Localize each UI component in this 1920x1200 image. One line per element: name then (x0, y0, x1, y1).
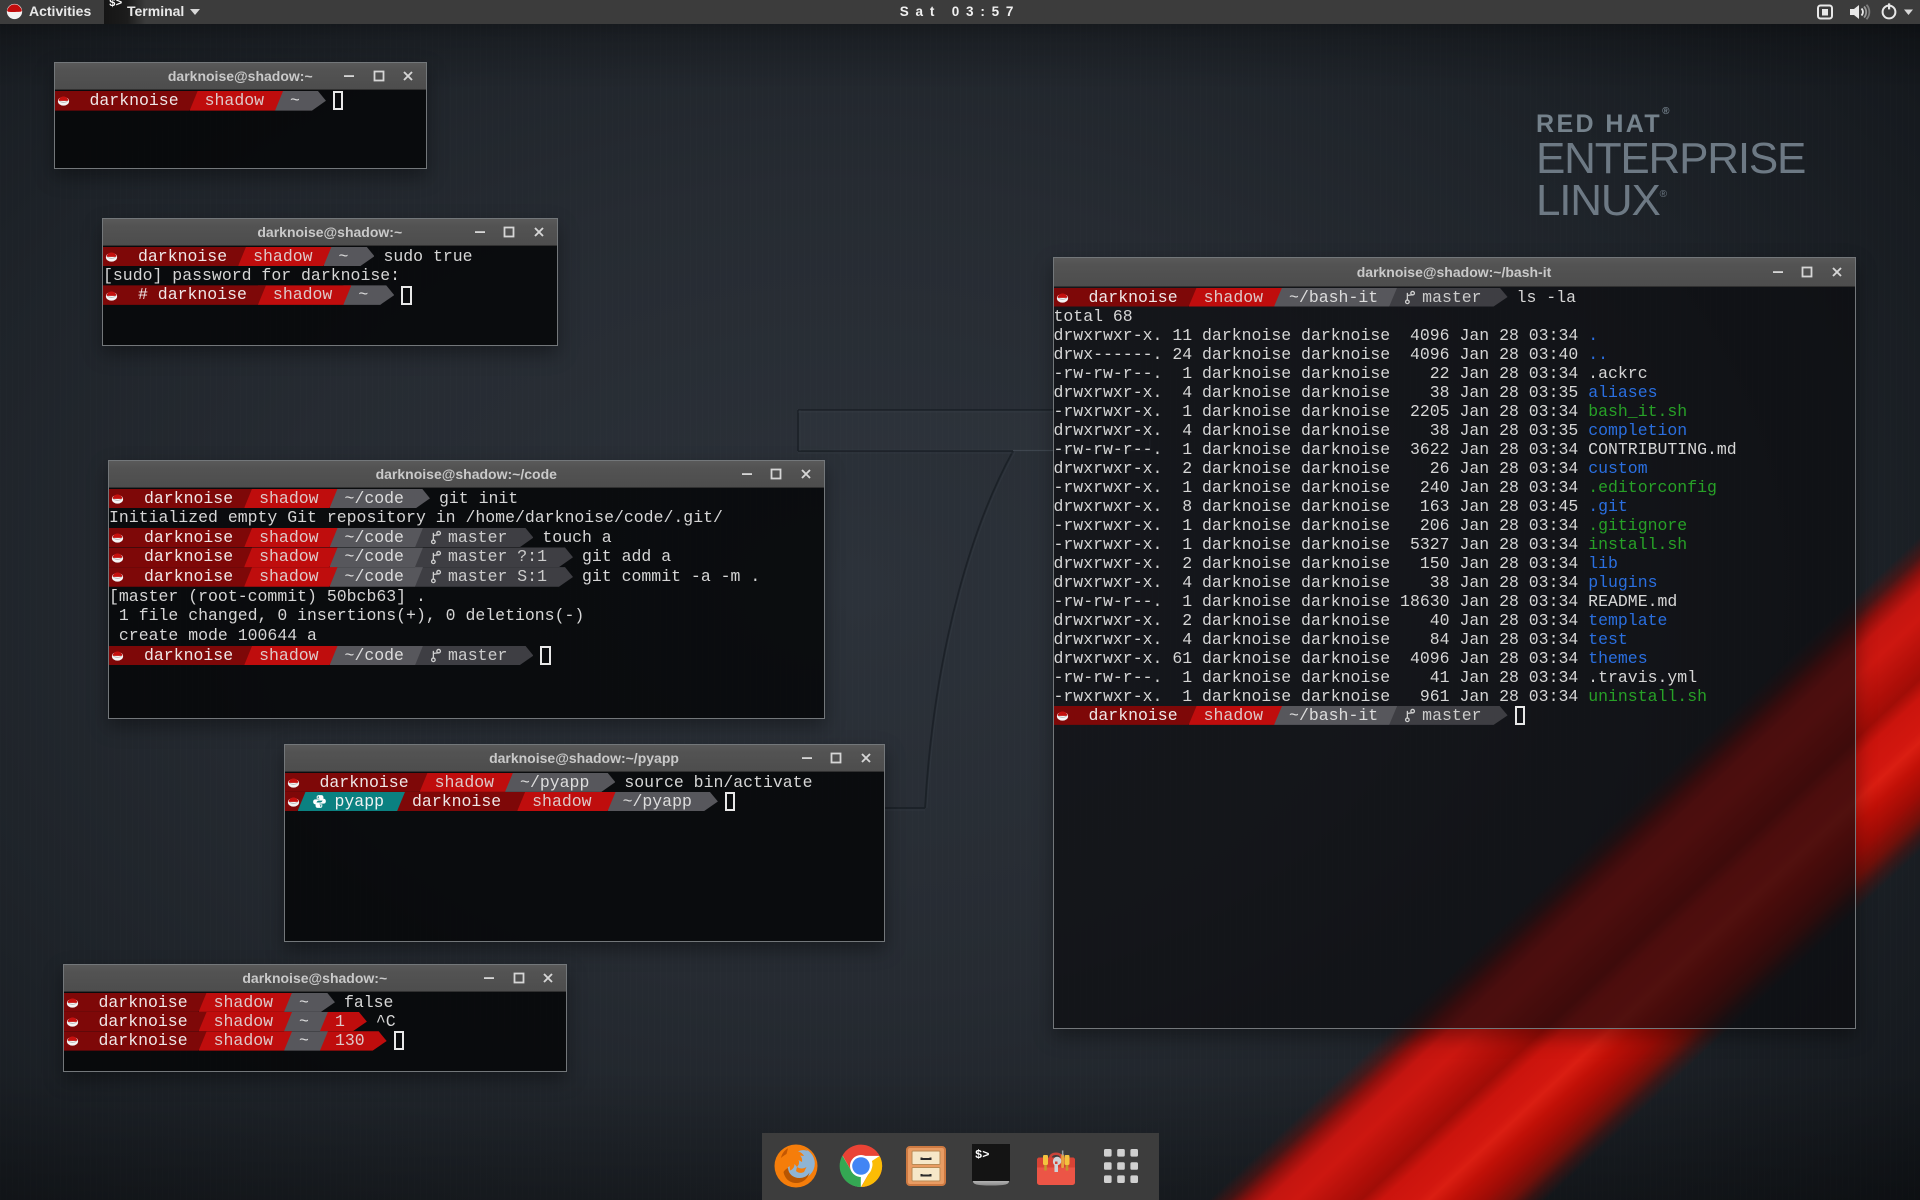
svg-text:$>: $> (975, 1148, 989, 1162)
